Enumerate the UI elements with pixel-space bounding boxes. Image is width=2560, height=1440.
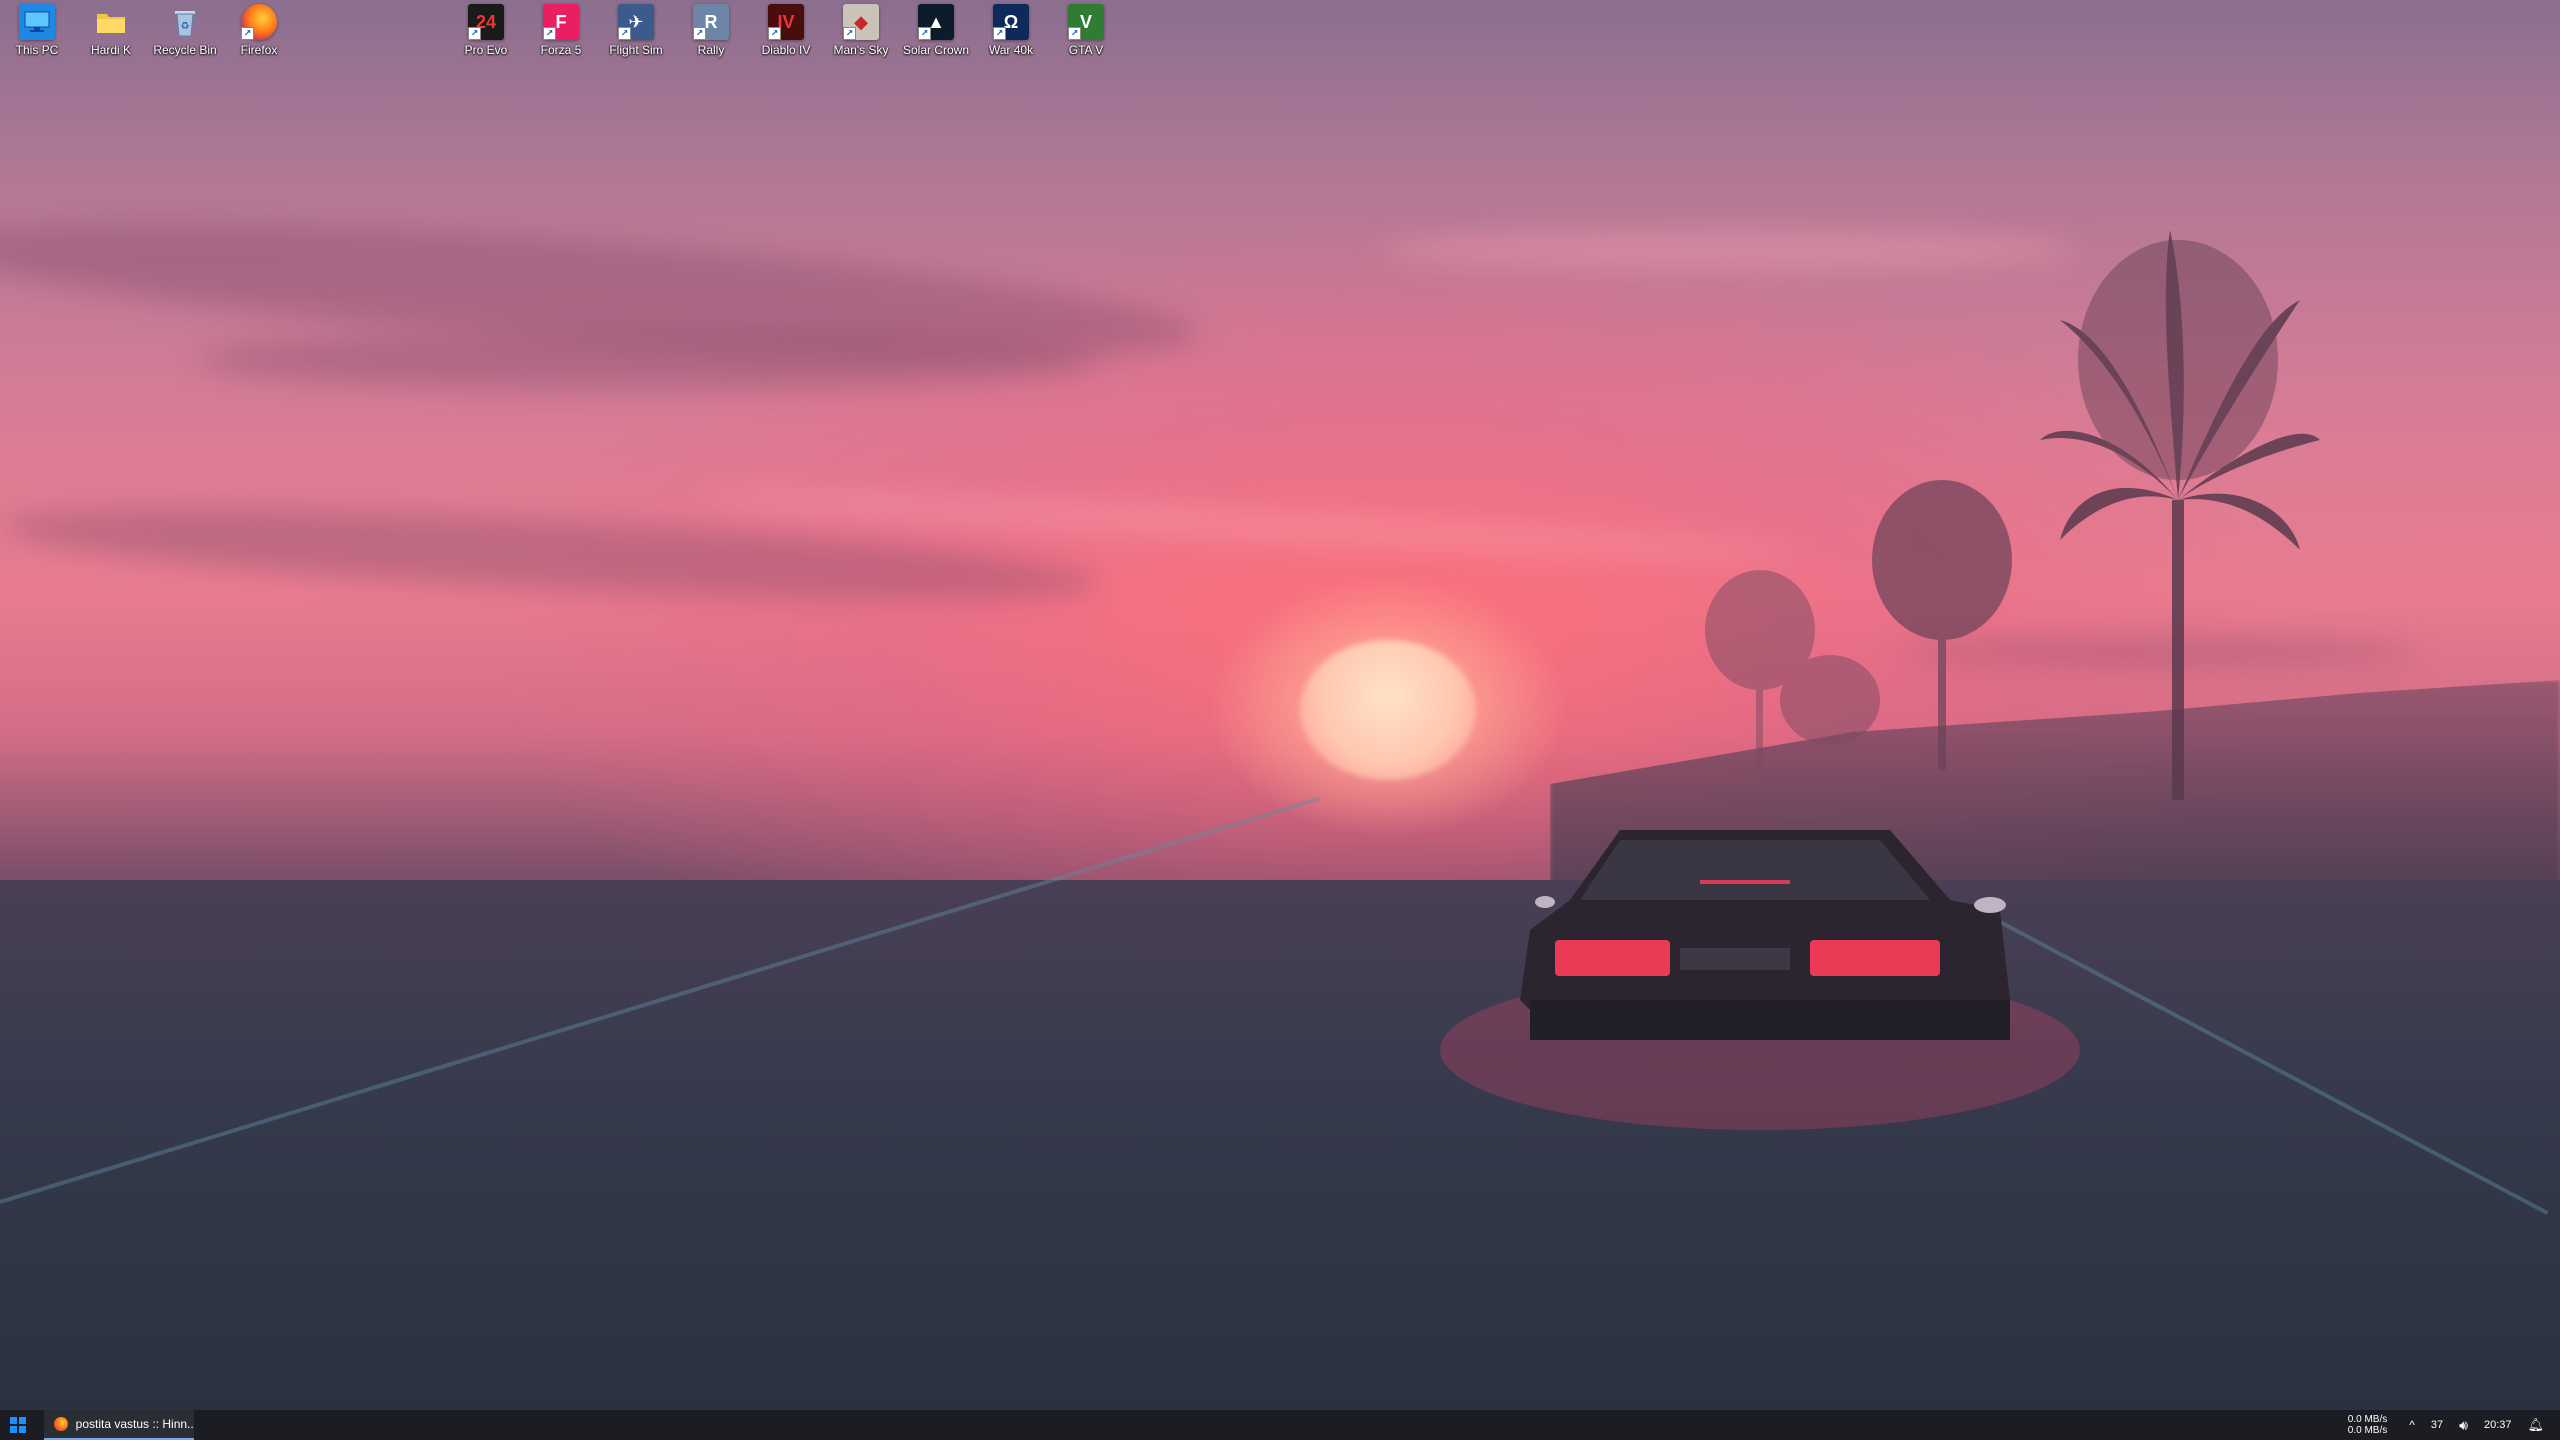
- warhammer-icon: Ω ↗: [993, 4, 1029, 40]
- shortcut-arrow-icon: ↗: [843, 27, 856, 40]
- desktop-icon-label: Flight Sim: [609, 43, 663, 57]
- desktop-icon-flight-sim[interactable]: ✈ ↗ Flight Sim: [599, 4, 673, 57]
- shortcut-arrow-icon: ↗: [693, 27, 706, 40]
- diablo-icon: IV ↗: [768, 4, 804, 40]
- desktop-icon-hardi-k[interactable]: Hardi K: [74, 4, 148, 57]
- shortcut-arrow-icon: ↗: [543, 27, 556, 40]
- desktop-icon-diablo-iv[interactable]: IV ↗ Diablo IV: [749, 4, 823, 57]
- desktop-icon-label: Diablo IV: [761, 43, 811, 57]
- desktop-icon-war-40k[interactable]: Ω ↗ War 40k: [974, 4, 1048, 57]
- svg-text:♻: ♻: [181, 21, 190, 32]
- desktop-icon-label: Hardi K: [90, 43, 131, 57]
- start-button[interactable]: [0, 1410, 36, 1440]
- icon-glyph: ◆: [854, 11, 868, 32]
- desktop-icon-label: Solar Crown: [902, 43, 970, 57]
- desktop-icon-pro-evo[interactable]: 24 ↗ Pro Evo: [449, 4, 523, 57]
- notification-bell-icon[interactable]: 🔔︎: [2527, 1417, 2544, 1433]
- folder-icon: [93, 4, 129, 40]
- desktop-icon-this-pc[interactable]: This PC: [0, 4, 74, 57]
- network-speed-monitor[interactable]: 0.0 MB/s 0.0 MB/s: [2348, 1414, 2387, 1436]
- desktop-icon-label: War 40k: [988, 43, 1034, 57]
- desktop-icon-firefox[interactable]: ↗ Firefox: [222, 4, 296, 57]
- car-rear: [1440, 830, 2080, 1130]
- icon-glyph: V: [1079, 11, 1092, 32]
- icon-glyph: F: [555, 11, 567, 32]
- windows-logo-icon: [10, 1417, 26, 1433]
- desktop-icon-label: Man's Sky: [833, 43, 889, 57]
- shortcut-arrow-icon: ↗: [241, 27, 254, 40]
- flight-sim-icon: ✈ ↗: [618, 4, 654, 40]
- gta-v-icon: V ↗: [1068, 4, 1104, 40]
- firefox-icon: ↗: [241, 4, 277, 40]
- shortcut-arrow-icon: ↗: [1068, 27, 1081, 40]
- speaker-icon[interactable]: 🔊︎: [2459, 1417, 2468, 1434]
- shortcut-arrow-icon: ↗: [618, 27, 631, 40]
- system-tray: 0.0 MB/s 0.0 MB/s ^ 37 🔊︎ 20:37 🔔︎: [2348, 1410, 2560, 1440]
- shortcut-arrow-icon: ↗: [468, 27, 481, 40]
- clock[interactable]: 20:37: [2484, 1419, 2512, 1431]
- temperature-indicator[interactable]: 37: [2431, 1419, 2443, 1431]
- solar-crown-icon: ▲ ↗: [918, 4, 954, 40]
- palm-tree-small: [1705, 570, 1880, 770]
- desktop-wallpaper: This PC Hardi K ♻ Recycle Bin ↗ Firefox …: [0, 0, 2560, 1410]
- no-mans-sky-icon: ◆ ↗: [843, 4, 879, 40]
- desktop-icon-rally[interactable]: R ↗ Rally: [674, 4, 748, 57]
- recycle-bin-icon: ♻: [167, 4, 203, 40]
- shortcut-arrow-icon: ↗: [993, 27, 1006, 40]
- net-download-speed: 0.0 MB/s: [2347, 1425, 2388, 1436]
- desktop-icon-label: Forza 5: [540, 43, 582, 57]
- firefox-icon: [54, 1417, 68, 1431]
- forza-icon: F ↗: [543, 4, 579, 40]
- shortcut-arrow-icon: ↗: [918, 27, 931, 40]
- palm-tree-large: [2040, 230, 2320, 800]
- shortcut-arrow-icon: ↗: [768, 27, 781, 40]
- desktop-icon-recycle-bin[interactable]: ♻ Recycle Bin: [148, 4, 222, 57]
- pro-evo-icon: 24 ↗: [468, 4, 504, 40]
- wallpaper-scenery: [1440, 230, 2320, 1130]
- desktop-icon-label: GTA V: [1068, 43, 1104, 57]
- desktop-icon-solar-crown[interactable]: ▲ ↗ Solar Crown: [899, 4, 973, 57]
- palm-tree-medium: [1872, 480, 2012, 770]
- desktop-icon-label: Firefox: [240, 43, 278, 57]
- desktop-icon-label: Recycle Bin: [153, 43, 217, 57]
- rally-icon: R ↗: [693, 4, 729, 40]
- desktop-icon-mans-sky[interactable]: ◆ ↗ Man's Sky: [824, 4, 898, 57]
- desktop-icon-label: This PC: [15, 43, 59, 57]
- desktop-icon-gta-v[interactable]: V ↗ GTA V: [1049, 4, 1123, 57]
- icon-glyph: R: [704, 11, 718, 32]
- desktop-icon-label: Pro Evo: [464, 43, 508, 57]
- monitor-icon: [19, 4, 55, 40]
- taskbar: postita vastus :: Hinn... 0.0 MB/s 0.0 M…: [0, 1410, 2560, 1440]
- net-upload-speed: 0.0 MB/s: [2347, 1414, 2388, 1425]
- desktop-icon-forza-5[interactable]: F ↗ Forza 5: [524, 4, 598, 57]
- desktop-icon-label: Rally: [697, 43, 725, 57]
- show-hidden-icons-chevron-icon[interactable]: ^: [2409, 1418, 2415, 1432]
- taskbar-item-firefox-window[interactable]: postita vastus :: Hinn...: [44, 1410, 194, 1440]
- taskbar-item-title: postita vastus :: Hinn...: [75, 1417, 194, 1431]
